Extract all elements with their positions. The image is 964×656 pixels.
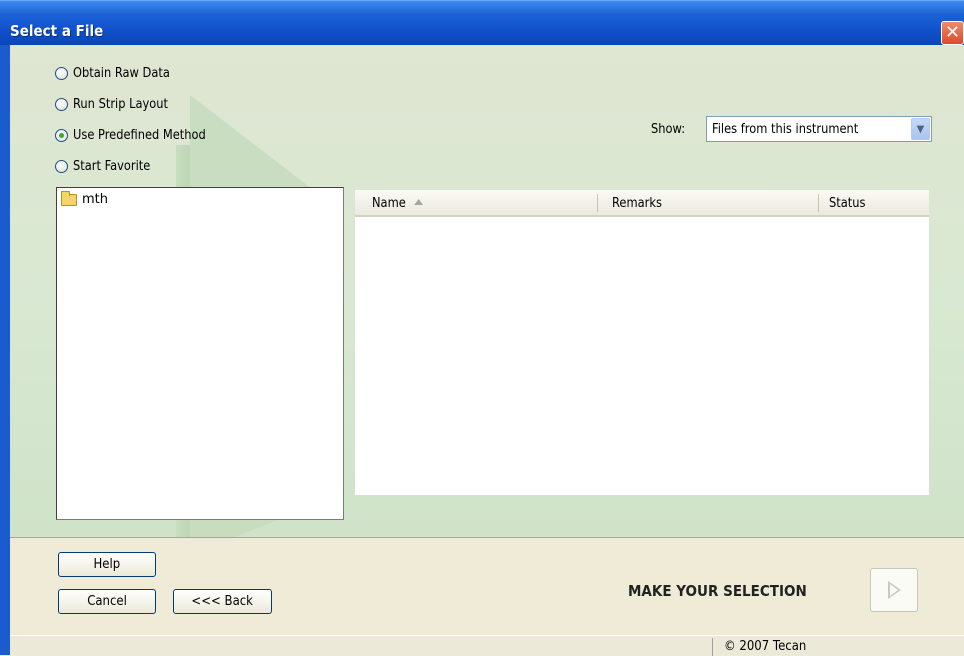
option-label: Use Predefined Method <box>73 127 206 143</box>
cancel-button[interactable]: Cancel <box>58 589 156 614</box>
file-table[interactable]: Name Remarks Status <box>355 190 929 495</box>
sort-ascending-icon <box>414 199 424 205</box>
copyright-text: © 2007 Tecan <box>724 639 807 654</box>
folder-icon <box>61 190 77 206</box>
play-icon <box>888 581 901 599</box>
option-label: Start Favorite <box>73 158 151 174</box>
status-divider <box>712 638 713 656</box>
title-bar: Select a File ✕ <box>0 0 964 45</box>
show-label: Show: <box>651 122 686 137</box>
option-label: Obtain Raw Data <box>73 65 170 81</box>
option-use-predefined-method[interactable]: Use Predefined Method <box>55 125 224 145</box>
option-start-favorite[interactable]: Start Favorite <box>55 156 161 176</box>
option-run-strip-layout[interactable]: Run Strip Layout <box>55 94 181 114</box>
window-border <box>0 45 10 655</box>
radio-selected-icon[interactable] <box>55 128 68 142</box>
option-obtain-raw-data[interactable]: Obtain Raw Data <box>55 63 183 83</box>
next-button[interactable] <box>870 568 918 612</box>
table-header: Name Remarks Status <box>355 190 929 217</box>
column-divider[interactable] <box>597 194 598 212</box>
show-dropdown-value: Files from this instrument <box>712 122 859 137</box>
tree-item-label: mth <box>82 192 108 207</box>
selection-prompt: MAKE YOUR SELECTION <box>628 582 807 600</box>
column-header-status[interactable]: Status <box>829 196 865 211</box>
option-label: Run Strip Layout <box>73 96 168 112</box>
column-header-name[interactable]: Name <box>372 196 424 211</box>
bottom-bar: Help Cancel <<< Back MAKE YOUR SELECTION <box>10 537 964 635</box>
radio-icon[interactable] <box>55 97 68 111</box>
close-icon: ✕ <box>944 22 961 43</box>
column-header-remarks[interactable]: Remarks <box>612 196 662 211</box>
tree-item-mth[interactable]: mth <box>61 190 108 207</box>
back-button[interactable]: <<< Back <box>173 589 272 614</box>
radio-icon[interactable] <box>55 66 68 80</box>
close-button[interactable]: ✕ <box>941 21 964 45</box>
chevron-down-icon[interactable]: ▼ <box>911 118 930 140</box>
column-divider[interactable] <box>818 194 819 212</box>
show-dropdown[interactable]: Files from this instrument ▼ <box>706 116 932 142</box>
window-title: Select a File <box>10 22 104 40</box>
folder-tree[interactable]: mth <box>56 187 344 520</box>
help-button[interactable]: Help <box>58 552 156 577</box>
main-panel: Obtain Raw Data Run Strip Layout Use Pre… <box>10 45 964 537</box>
radio-icon[interactable] <box>55 159 68 173</box>
status-bar: © 2007 Tecan <box>10 635 964 656</box>
